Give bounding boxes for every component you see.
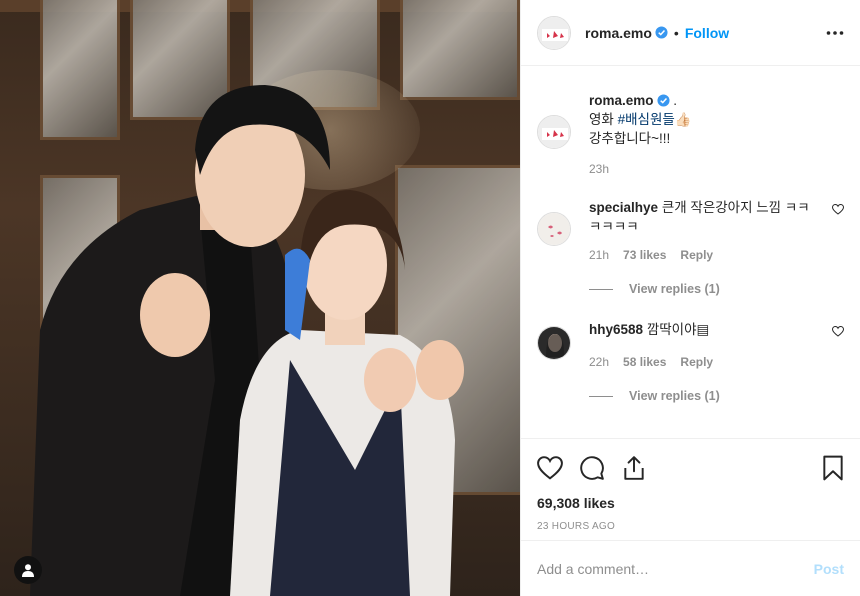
caption-username[interactable]: roma.emo: [589, 93, 654, 108]
comment-text: specialhye 큰개 작은강아지 느낌 ㅋㅋㅋㅋㅋㅋ: [589, 198, 844, 236]
avatar-image: [538, 16, 570, 49]
caption-line3: 강추합니다~!!!: [589, 131, 671, 146]
comment-text: hhy6588 깜딱이야▤: [589, 320, 844, 339]
bookmark-icon: [823, 455, 843, 481]
caption-meta: 23h: [589, 162, 844, 176]
view-replies-button[interactable]: View replies (1): [589, 389, 844, 403]
user-tag-icon: [22, 564, 34, 577]
comment-input[interactable]: [537, 560, 814, 577]
verified-badge-icon: [655, 26, 668, 39]
view-replies-button[interactable]: View replies (1): [589, 282, 844, 296]
heart-icon: [831, 325, 845, 337]
comment-like-button[interactable]: [831, 202, 845, 220]
like-button[interactable]: [537, 456, 563, 480]
post-photo[interactable]: [0, 0, 520, 596]
caption-time[interactable]: 23h: [589, 162, 609, 176]
heart-icon: [537, 456, 563, 480]
share-icon: [624, 456, 644, 480]
comment-like-button[interactable]: [831, 324, 845, 342]
caption-hashtag[interactable]: #배심원들: [618, 112, 675, 127]
avatar-image: [538, 213, 570, 245]
share-button[interactable]: [621, 455, 647, 481]
commenter-avatar[interactable]: [537, 212, 571, 246]
people-illustration: [30, 85, 464, 596]
comment-item: specialhye 큰개 작은강아지 느낌 ㅋㅋㅋㅋㅋㅋ 21h 73 lik…: [537, 198, 845, 296]
comment-button[interactable]: [579, 455, 605, 481]
comment-meta: 21h 73 likes Reply: [589, 248, 844, 262]
avatar-image: [538, 116, 570, 148]
caption-line1-suffix: .: [669, 93, 678, 108]
comment-username[interactable]: specialhye: [589, 200, 658, 215]
add-comment-bar: Post: [521, 540, 860, 596]
caption-emoji: 👍🏻: [674, 112, 692, 127]
author-avatar[interactable]: [537, 15, 571, 50]
post-sidebar: roma.emo • Follow roma.emo . 영화 #배심원들👍🏻 …: [520, 0, 860, 596]
post-actions: 69,308 likes 23 hours ago: [521, 438, 860, 532]
reply-button[interactable]: Reply: [680, 355, 713, 369]
follow-button[interactable]: Follow: [685, 25, 729, 41]
separator-dot: •: [673, 24, 679, 41]
commenter-avatar[interactable]: [537, 326, 571, 360]
tag-people-button[interactable]: [14, 556, 42, 584]
post-timestamp[interactable]: 23 hours ago: [537, 521, 844, 532]
caption-text: roma.emo . 영화 #배심원들👍🏻 강추합니다~!!!: [589, 91, 844, 148]
caption-author-avatar[interactable]: [537, 115, 571, 149]
view-replies-label: View replies (1): [629, 389, 720, 403]
comment-body: 깜딱이야▤: [646, 322, 710, 337]
comments-list[interactable]: roma.emo . 영화 #배심원들👍🏻 강추합니다~!!! 23h spec…: [521, 67, 860, 437]
comment-time[interactable]: 22h: [589, 355, 609, 369]
heart-icon: [831, 203, 845, 215]
comment-likes[interactable]: 58 likes: [623, 355, 666, 369]
comment-time[interactable]: 21h: [589, 248, 609, 262]
comment-meta: 22h 58 likes Reply: [589, 355, 844, 369]
replies-divider: [589, 395, 613, 397]
verified-badge-icon: [656, 94, 670, 107]
post-caption: roma.emo . 영화 #배심원들👍🏻 강추합니다~!!! 23h: [537, 91, 844, 176]
author-username[interactable]: roma.emo: [585, 25, 652, 41]
more-options-button[interactable]: [826, 30, 844, 36]
post-comment-button[interactable]: Post: [814, 561, 844, 577]
view-replies-label: View replies (1): [629, 282, 720, 296]
comment-likes[interactable]: 73 likes: [623, 248, 666, 262]
comment-username[interactable]: hhy6588: [589, 322, 643, 337]
save-button[interactable]: [822, 455, 844, 481]
caption-line2: 영화: [589, 112, 618, 127]
replies-divider: [589, 288, 613, 290]
comment-item: hhy6588 깜딱이야▤ 22h 58 likes Reply View re…: [537, 320, 845, 403]
action-icons: [537, 453, 844, 483]
reply-button[interactable]: Reply: [680, 248, 713, 262]
comment-icon: [580, 456, 604, 480]
avatar-image: [538, 327, 570, 359]
post-header: roma.emo • Follow: [521, 0, 860, 66]
more-options-icon: [826, 30, 844, 35]
likes-count[interactable]: 69,308 likes: [537, 495, 844, 511]
